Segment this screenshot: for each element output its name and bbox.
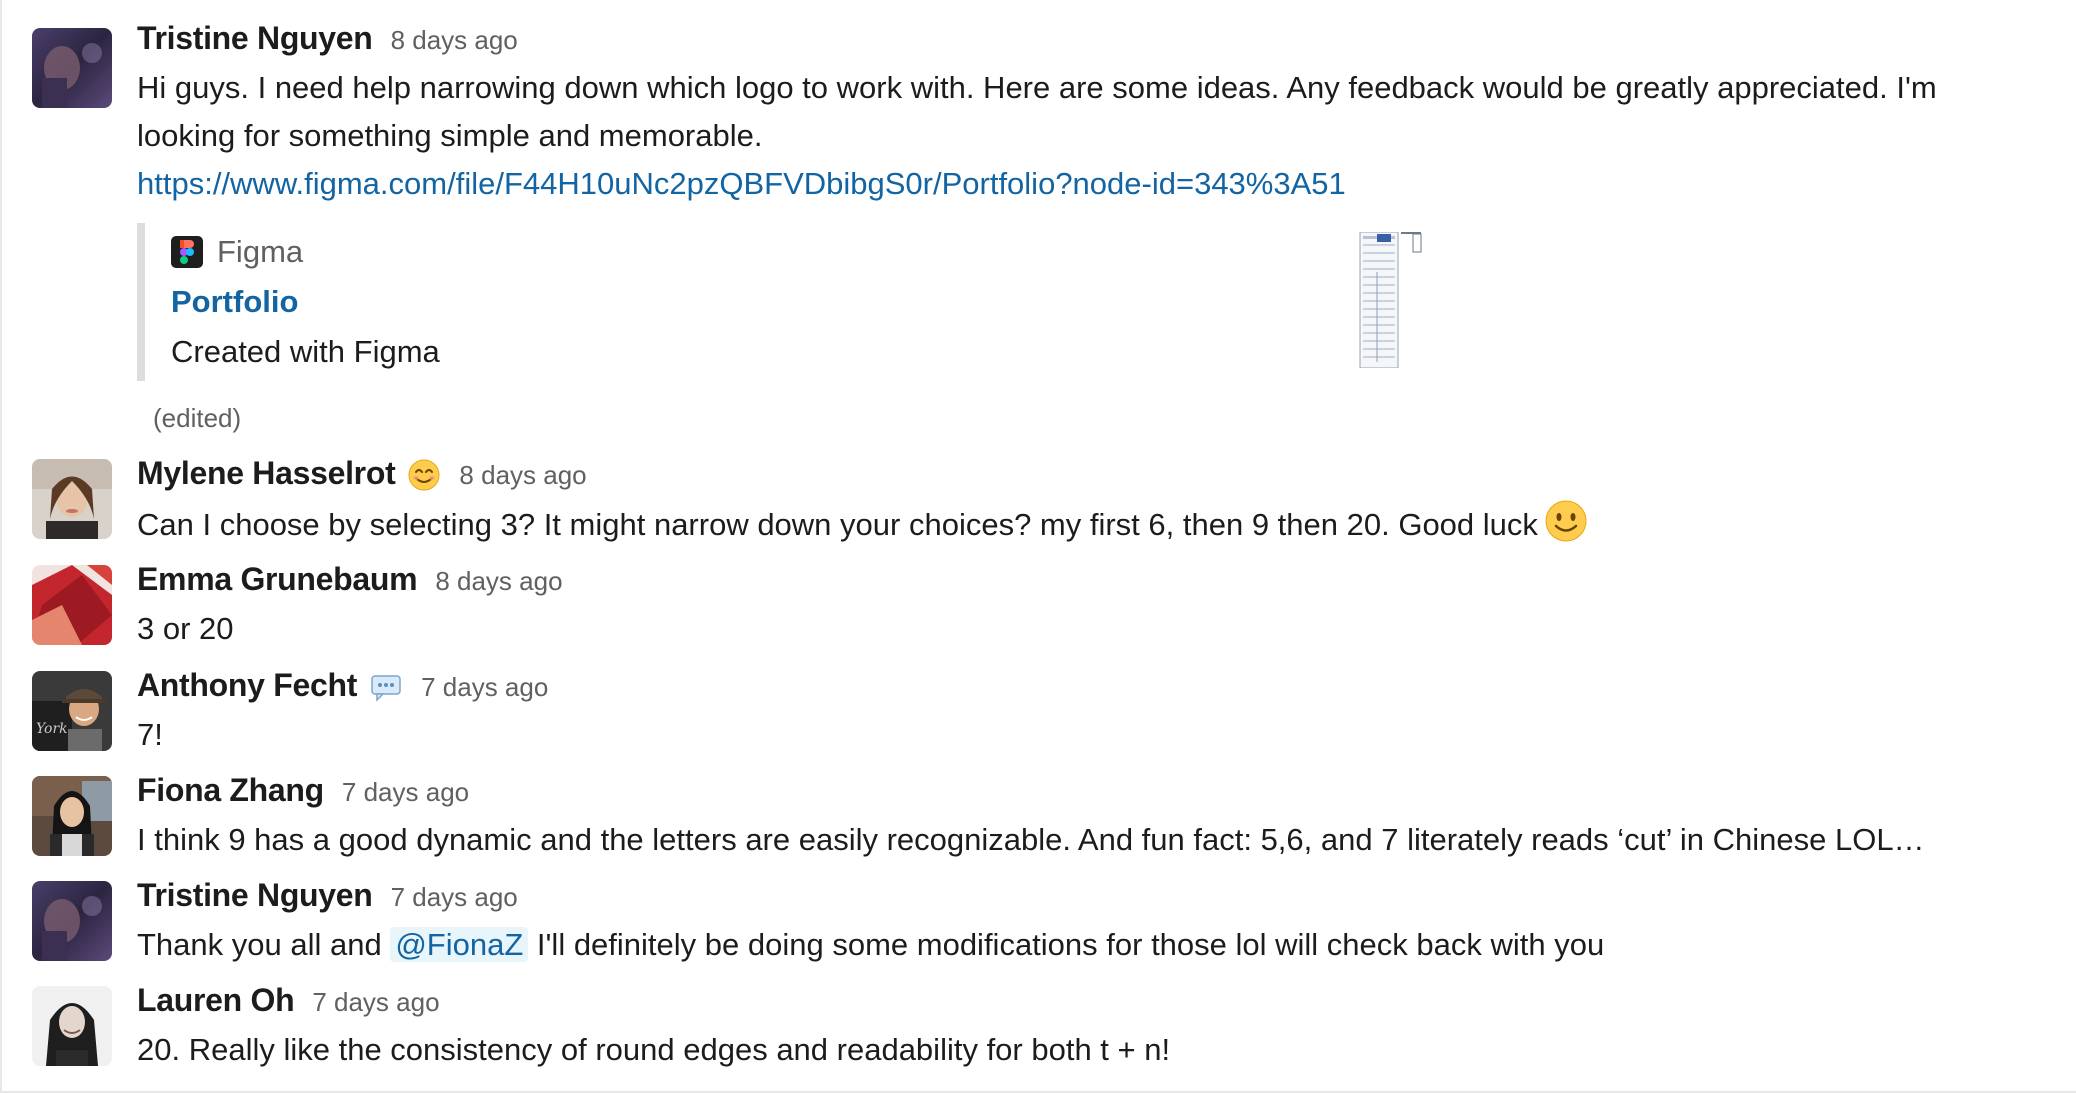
smiling-face-icon[interactable] [407,458,441,492]
speech-bubble-icon[interactable] [369,670,403,704]
message-body: Thank you all and [137,927,391,962]
message-text: 3 or 20 [137,611,234,646]
avatar[interactable] [32,881,112,961]
message-text: 20. Really like the consistency of round… [137,1032,1171,1067]
message-body: Can I choose by selecting 3? It might na… [137,507,1538,542]
svg-text:York: York [36,721,68,737]
sender-name[interactable]: Tristine Nguyen [137,877,373,914]
sender-name[interactable]: Tristine Nguyen [137,20,373,57]
message: Mylene Hasselrot 8 days ago Can I choose… [2,455,2062,545]
slightly-smiling-face-icon [1544,499,1588,543]
sender-name[interactable]: Fiona Zhang [137,772,324,809]
preview-description: Created with Figma [171,334,440,369]
timestamp[interactable]: 7 days ago [421,672,548,703]
message: Fiona Zhang 7 days ago I think 9 has a g… [2,772,2062,862]
message-text: Hi guys. I need help narrowing down whic… [137,64,2062,160]
message-thread: Tristine Nguyen 8 days ago Hi guys. I ne… [0,0,2076,1093]
link-preview: Figma Portfolio Created with Figma [137,223,1437,381]
avatar[interactable] [32,459,112,539]
sender-name[interactable]: Lauren Oh [137,982,295,1019]
message: York Anthony Fecht 7 days ago 7! [2,667,2062,757]
user-mention[interactable]: @FionaZ [390,927,529,962]
timestamp[interactable]: 8 days ago [391,25,518,56]
message-body: I'll definitely be doing some modificati… [528,927,1605,962]
message-text: Can I choose by selecting 3? It might na… [137,499,2062,549]
figma-logo-icon [171,236,203,268]
avatar[interactable] [32,776,112,856]
timestamp[interactable]: 8 days ago [459,460,586,491]
avatar[interactable] [32,986,112,1066]
preview-title[interactable]: Portfolio [171,277,1437,327]
preview-thumbnail[interactable] [1357,232,1427,368]
message-line: looking for something simple and memorab… [137,118,763,153]
edited-indicator: (edited) [153,403,242,433]
timestamp[interactable]: 7 days ago [342,777,469,808]
message: Tristine Nguyen 7 days ago Thank you all… [2,877,2062,967]
message-line: Hi guys. I need help narrowing down whic… [137,70,1937,105]
sender-name[interactable]: Emma Grunebaum [137,561,418,598]
avatar[interactable]: York [32,671,112,751]
timestamp[interactable]: 7 days ago [391,882,518,913]
figma-link[interactable]: https://www.figma.com/file/F44H10uNc2pzQ… [137,166,1346,201]
sender-name[interactable]: Mylene Hasselrot [137,455,396,492]
timestamp[interactable]: 8 days ago [435,566,562,597]
message-text: I think 9 has a good dynamic and the let… [137,822,1925,857]
timestamp[interactable]: 7 days ago [312,987,439,1018]
message: Lauren Oh 7 days ago 20. Really like the… [2,982,2062,1072]
avatar[interactable] [32,565,112,645]
message: Emma Grunebaum 8 days ago 3 or 20 [2,561,2062,651]
avatar[interactable] [32,28,112,108]
message-text: Thank you all and @FionaZ I'll definitel… [137,921,2062,969]
sender-name[interactable]: Anthony Fecht [137,667,357,704]
preview-service-name: Figma [217,234,304,269]
message-text: 7! [137,717,163,752]
